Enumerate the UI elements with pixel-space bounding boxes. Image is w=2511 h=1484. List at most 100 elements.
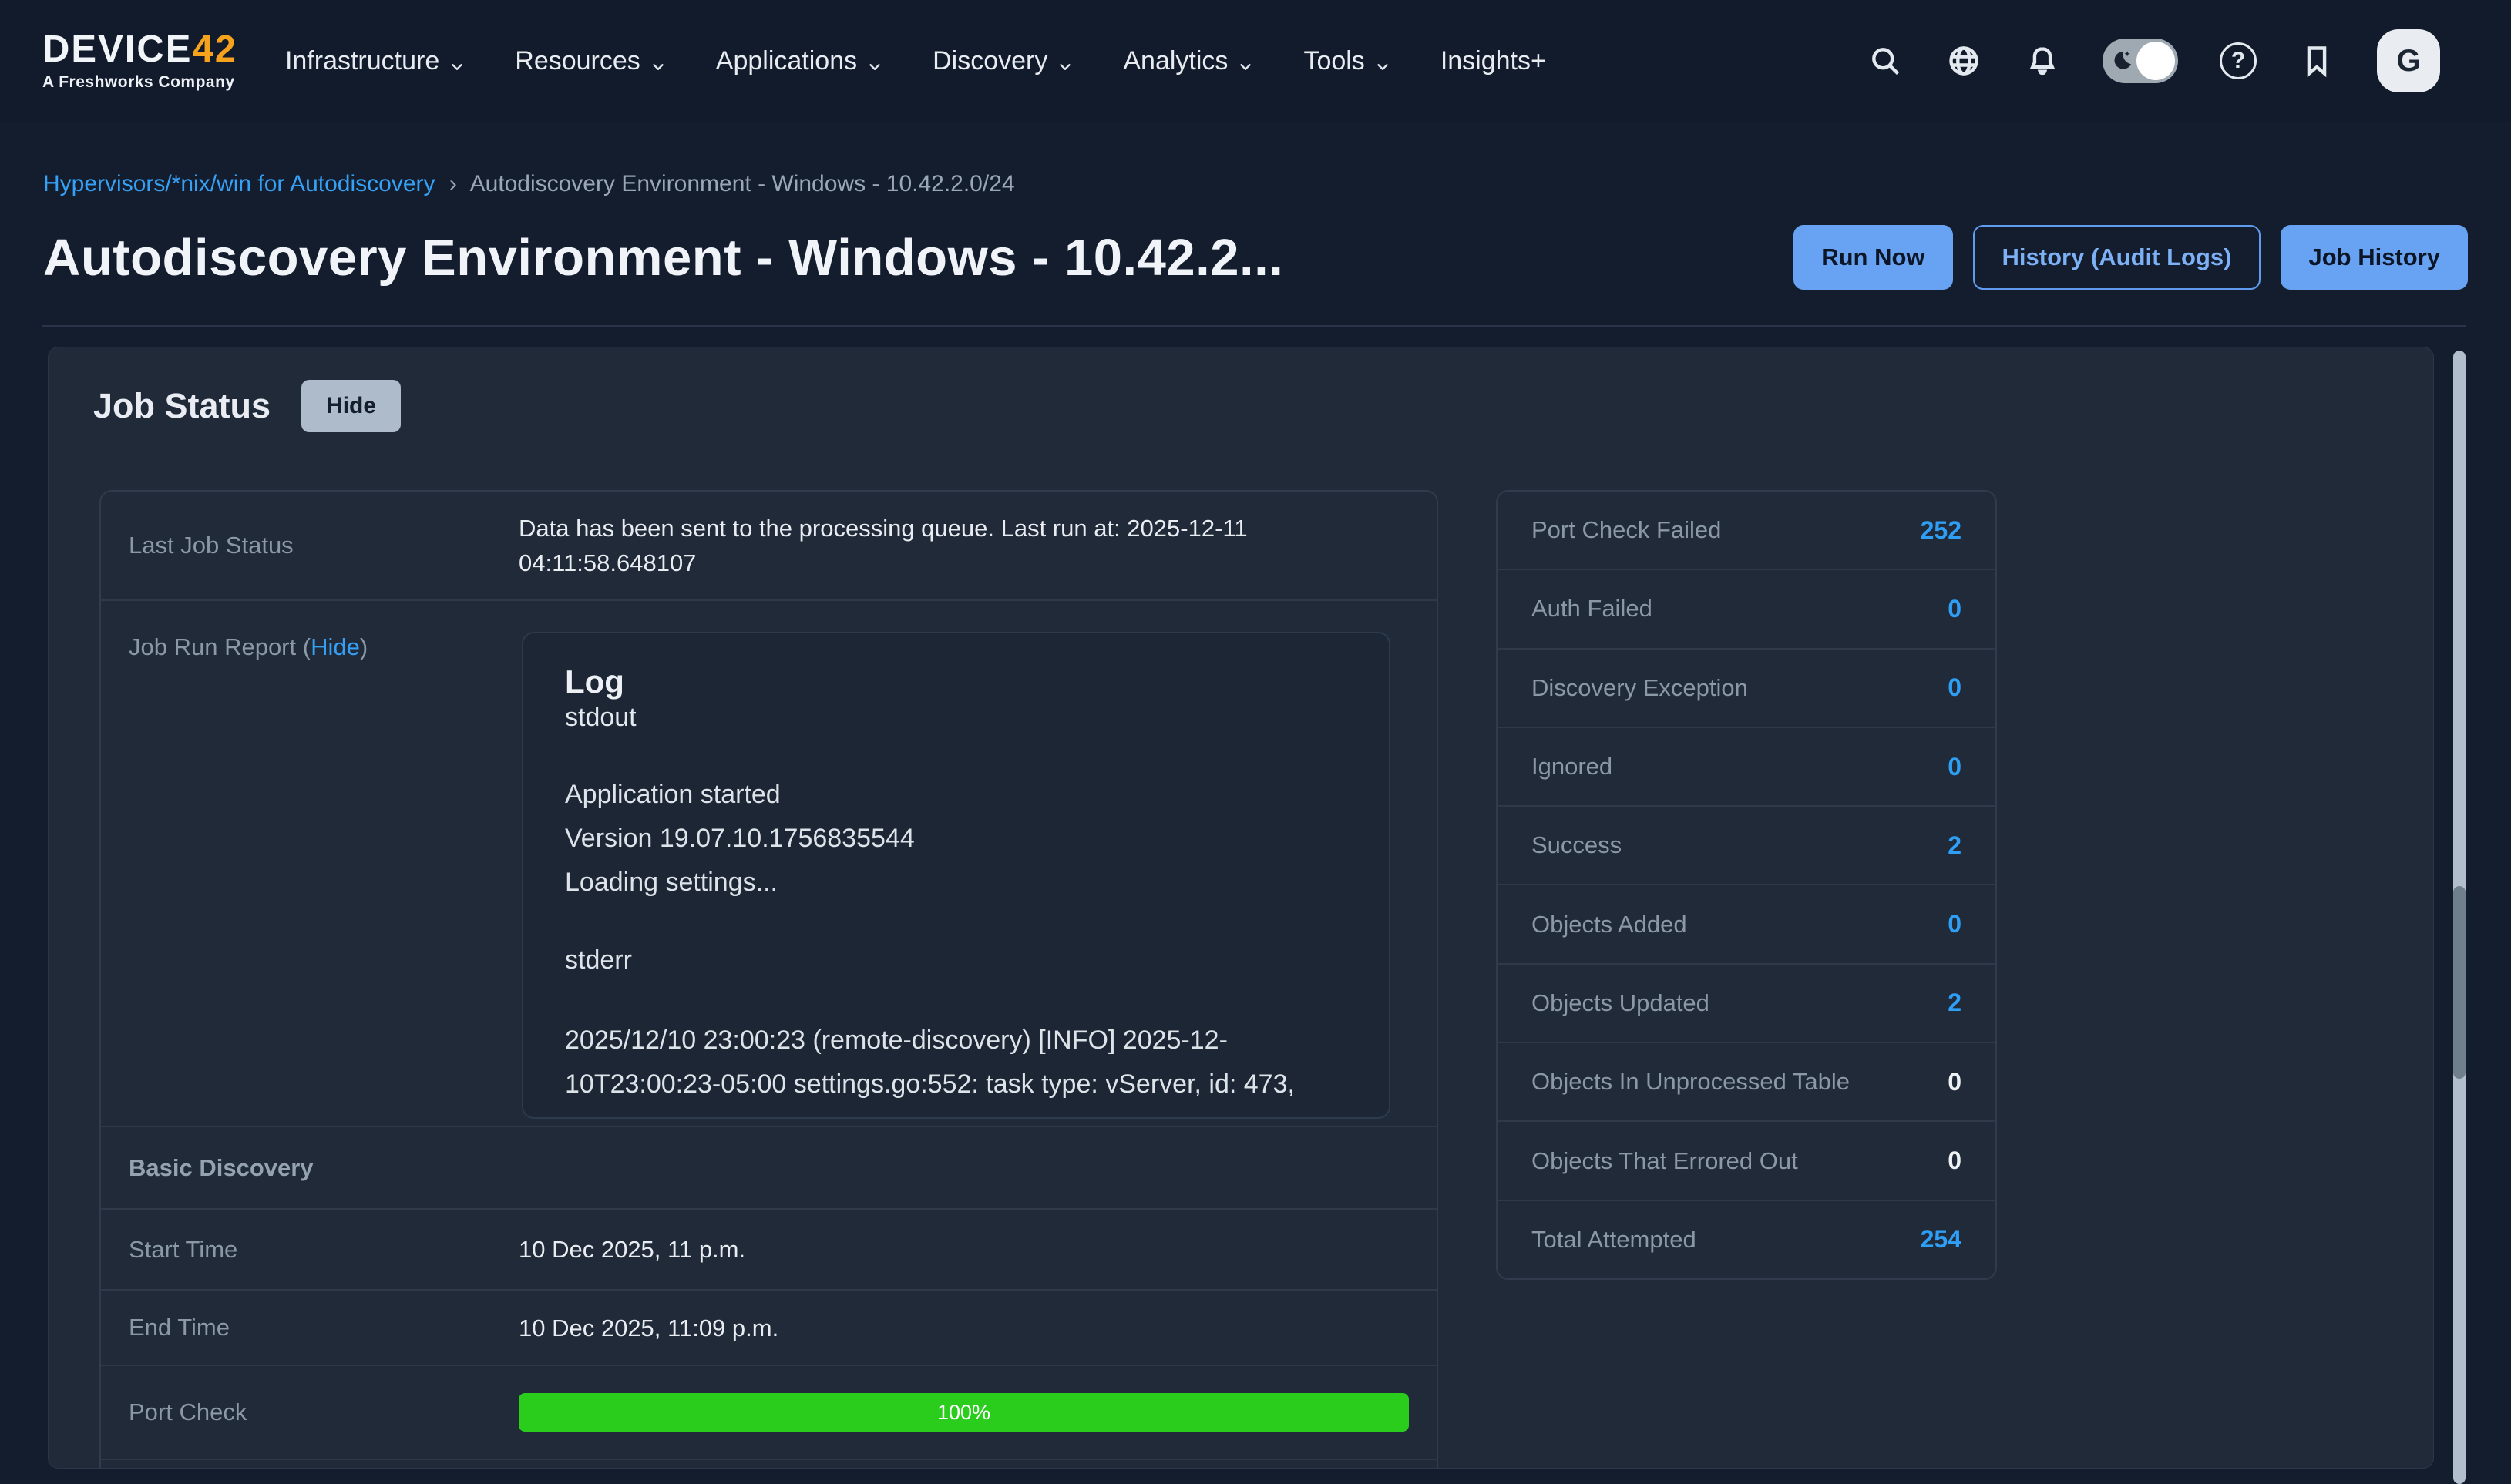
job-status-panel: Job Status Hide Last Job Status Data has… xyxy=(48,347,2434,1469)
nav-label: Infrastructure xyxy=(285,46,439,76)
breadcrumb-separator: › xyxy=(449,171,457,196)
run-now-button[interactable]: Run Now xyxy=(1793,225,1952,290)
dark-mode-toggle[interactable] xyxy=(2103,39,2178,83)
job-stats-table: Port Check Failed 252 Auth Failed 0 Disc… xyxy=(1496,490,1997,1280)
page-title-row: Autodiscovery Environment - Windows - 10… xyxy=(43,225,2468,290)
stat-row-success: Success 2 xyxy=(1498,805,1995,884)
hide-panel-button[interactable]: Hide xyxy=(301,380,401,432)
nav-item-analytics[interactable]: Analytics xyxy=(1123,46,1254,76)
nav-item-tools[interactable]: Tools xyxy=(1303,46,1390,76)
table-row-job-run-report: Job Run Report (Hide) Log stdout Applica… xyxy=(101,599,1437,1126)
job-history-button[interactable]: Job History xyxy=(2281,225,2468,290)
log-title: Log xyxy=(565,664,1347,700)
logo-brand-text: DEVICE xyxy=(42,29,192,70)
job-status-title: Job Status xyxy=(93,386,271,426)
user-avatar[interactable]: G xyxy=(2377,29,2440,92)
help-icon[interactable]: ? xyxy=(2220,42,2257,79)
stat-label: Discovery Exception xyxy=(1531,674,1748,702)
device42-logo[interactable]: DEVICE42 A Freshworks Company xyxy=(42,31,237,92)
stat-row-auth-failed: Auth Failed 0 xyxy=(1498,569,1995,647)
stat-value[interactable]: 252 xyxy=(1921,516,1961,545)
stat-value[interactable]: 0 xyxy=(1948,910,1961,938)
stat-row-total-attempted: Total Attempted 254 xyxy=(1498,1200,1995,1278)
stat-value[interactable]: 0 xyxy=(1948,595,1961,623)
stat-value: 0 xyxy=(1948,1147,1961,1175)
job-status-header: Job Status Hide xyxy=(93,380,401,432)
nav-item-applications[interactable]: Applications xyxy=(716,46,883,76)
stat-value[interactable]: 0 xyxy=(1948,753,1961,781)
chevron-down-icon xyxy=(1237,52,1254,69)
stat-label: Objects Updated xyxy=(1531,989,1709,1017)
job-run-report-value: Log stdout Application started Version 1… xyxy=(519,633,1437,1119)
nav-item-discovery[interactable]: Discovery xyxy=(933,46,1074,76)
stat-label: Objects Added xyxy=(1531,911,1687,938)
stat-row-objects-updated: Objects Updated 2 xyxy=(1498,963,1995,1042)
nav-item-infrastructure[interactable]: Infrastructure xyxy=(285,46,466,76)
stat-row-ignored: Ignored 0 xyxy=(1498,727,1995,805)
job-run-report-hide-link[interactable]: Hide xyxy=(311,633,360,660)
log-line: Application started xyxy=(565,773,1347,817)
log-stderr-text: 2025/12/10 23:00:23 (remote-discovery) [… xyxy=(565,1019,1347,1119)
nav-label: Analytics xyxy=(1123,46,1228,76)
bookmark-icon[interactable] xyxy=(2298,42,2335,79)
basic-discovery-heading: Basic Discovery xyxy=(129,1154,519,1182)
stat-label: Objects That Errored Out xyxy=(1531,1147,1798,1175)
log-line: Loading settings... xyxy=(565,861,1347,905)
stat-row-discovery-exception: Discovery Exception 0 xyxy=(1498,648,1995,727)
nav-label: Resources xyxy=(515,46,640,76)
stat-label: Total Attempted xyxy=(1531,1226,1696,1254)
nav-label: Tools xyxy=(1303,46,1364,76)
nav-item-resources[interactable]: Resources xyxy=(515,46,667,76)
end-time-label: End Time xyxy=(129,1314,519,1341)
stat-row-objects-added: Objects Added 0 xyxy=(1498,884,1995,962)
end-time-value: 10 Dec 2025, 11:09 p.m. xyxy=(519,1311,1437,1345)
nav-item-insights-plus[interactable]: Insights+ xyxy=(1440,46,1546,76)
main-nav: Infrastructure Resources Applications Di… xyxy=(285,46,1546,76)
last-job-status-value: Data has been sent to the processing que… xyxy=(519,511,1437,580)
stat-row-port-check-failed: Port Check Failed 252 xyxy=(1498,492,1995,569)
stat-label: Objects In Unprocessed Table xyxy=(1531,1068,1850,1096)
stat-row-objects-that-errored-out: Objects That Errored Out 0 xyxy=(1498,1120,1995,1199)
job-run-report-label: Job Run Report (Hide) xyxy=(129,633,519,661)
stat-value[interactable]: 0 xyxy=(1948,673,1961,702)
log-stdout-label: stdout xyxy=(565,703,1347,733)
chevron-down-icon xyxy=(1374,52,1391,69)
stat-value[interactable]: 2 xyxy=(1948,989,1961,1017)
job-details-table: Last Job Status Data has been sent to th… xyxy=(99,490,1438,1469)
stat-label: Auth Failed xyxy=(1531,595,1652,623)
stat-label: Port Check Failed xyxy=(1531,516,1721,544)
job-run-report-label-close: ) xyxy=(360,633,368,660)
table-row-last-job-status: Last Job Status Data has been sent to th… xyxy=(101,492,1437,599)
stat-value[interactable]: 2 xyxy=(1948,831,1961,860)
help-question-glyph: ? xyxy=(2220,42,2257,79)
chevron-down-icon xyxy=(866,52,883,69)
breadcrumb: Hypervisors/*nix/win for Autodiscovery ›… xyxy=(43,171,1015,197)
table-row-end-time: End Time 10 Dec 2025, 11:09 p.m. xyxy=(101,1289,1437,1365)
chevron-down-icon xyxy=(650,52,667,69)
page-scrollbar[interactable] xyxy=(2453,351,2466,1484)
nav-label: Insights+ xyxy=(1440,46,1546,76)
chevron-down-icon xyxy=(449,52,466,69)
log-stderr-label: stderr xyxy=(565,945,1347,975)
log-line: Version 19.07.10.1756835544 xyxy=(565,817,1347,861)
start-time-value: 10 Dec 2025, 11 p.m. xyxy=(519,1232,1437,1267)
page-scrollbar-thumb[interactable] xyxy=(2453,886,2466,1079)
table-row-port-check: Port Check 100% xyxy=(101,1365,1437,1459)
job-run-report-label-text: Job Run Report ( xyxy=(129,633,311,660)
toggle-knob xyxy=(2136,42,2175,80)
log-viewer[interactable]: Log stdout Application started Version 1… xyxy=(522,632,1390,1119)
history-audit-logs-button[interactable]: History (Audit Logs) xyxy=(1973,225,2261,290)
table-row-start-time: Start Time 10 Dec 2025, 11 p.m. xyxy=(101,1208,1437,1289)
stat-value[interactable]: 254 xyxy=(1921,1225,1961,1254)
port-check-progress-text: 100% xyxy=(937,1395,990,1430)
header-actions: ? G xyxy=(1867,29,2440,92)
breadcrumb-link[interactable]: Hypervisors/*nix/win for Autodiscovery xyxy=(43,171,435,196)
start-time-label: Start Time xyxy=(129,1236,519,1264)
stat-value: 0 xyxy=(1948,1068,1961,1096)
logo-brand-accent: 42 xyxy=(192,29,237,70)
stat-row-objects-in-unprocessed-table: Objects In Unprocessed Table 0 xyxy=(1498,1042,1995,1120)
notifications-bell-icon[interactable] xyxy=(2024,42,2061,79)
stat-label: Success xyxy=(1531,831,1622,859)
search-icon[interactable] xyxy=(1867,42,1904,79)
globe-icon[interactable] xyxy=(1945,42,1982,79)
